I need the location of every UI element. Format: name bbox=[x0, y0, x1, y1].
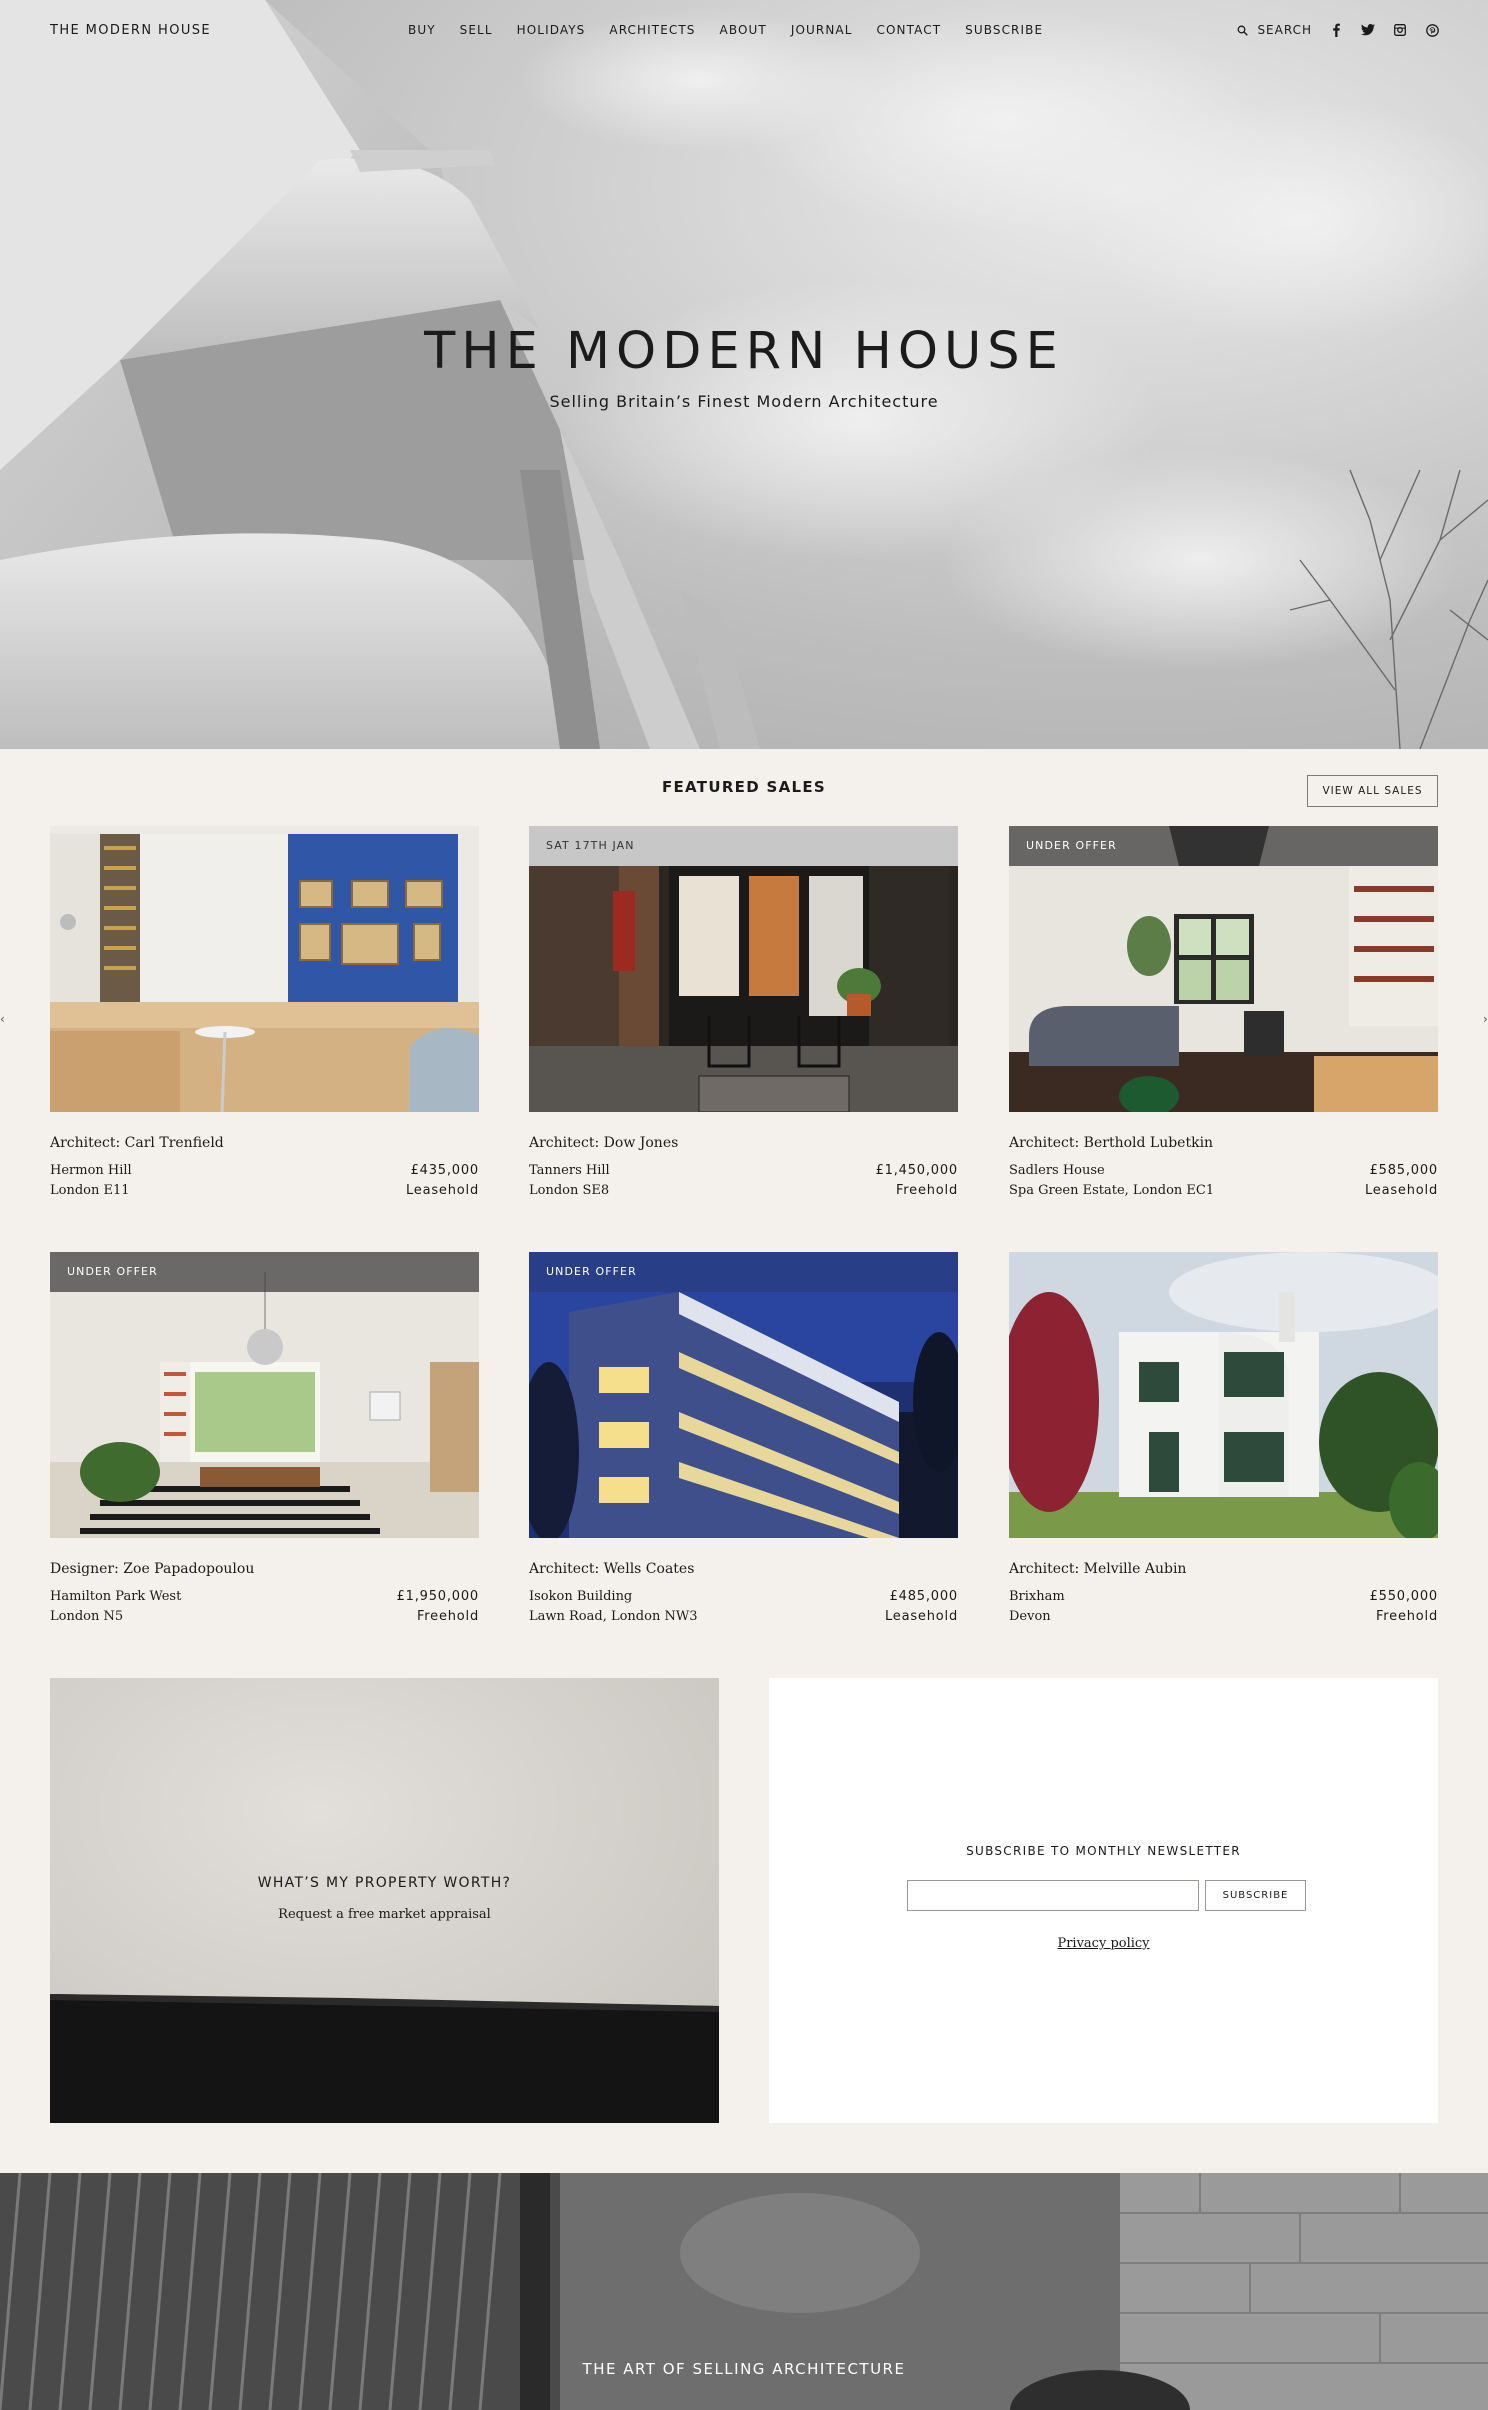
listing-name: Brixham bbox=[1009, 1589, 1065, 1604]
nav-item-architects[interactable]: ARCHITECTS bbox=[609, 23, 695, 37]
search-icon bbox=[1234, 22, 1250, 38]
listing-price: £435,000 bbox=[410, 1163, 479, 1178]
listing-name: Hermon Hill bbox=[50, 1163, 132, 1178]
listing-price: £585,000 bbox=[1369, 1163, 1438, 1178]
listing-photo[interactable] bbox=[1009, 1252, 1438, 1538]
listing-architect: Designer: Zoe Papadopoulou bbox=[50, 1561, 255, 1577]
header-tools: SEARCH bbox=[1234, 22, 1440, 38]
listing-badge: UNDER OFFER bbox=[1009, 826, 1438, 866]
concrete-texture-image bbox=[50, 1678, 719, 2123]
facebook-icon[interactable] bbox=[1328, 22, 1344, 38]
listing-tenure: Leasehold bbox=[1364, 1183, 1438, 1198]
privacy-policy-link[interactable]: Privacy policy bbox=[769, 1936, 1438, 1951]
nav-item-buy[interactable]: BUY bbox=[408, 23, 436, 37]
listing-price: £1,950,000 bbox=[396, 1589, 479, 1604]
hero-banner: THE MODERN HOUSE BUY SELL HOLIDAYS ARCHI… bbox=[0, 0, 1488, 749]
listing-badge: UNDER OFFER bbox=[50, 1252, 479, 1292]
search-button[interactable]: SEARCH bbox=[1234, 22, 1312, 38]
carousel-next-arrow-icon[interactable]: › bbox=[1483, 1012, 1488, 1026]
listing-tenure: Leasehold bbox=[405, 1183, 479, 1198]
listing-card-sadlers-house[interactable]: UNDER OFFER Architect: Berthold Lubetkin… bbox=[1009, 826, 1438, 1201]
listing-photo[interactable] bbox=[50, 826, 479, 1112]
listing-area: London N5 bbox=[50, 1609, 124, 1624]
nav-item-about[interactable]: ABOUT bbox=[720, 23, 767, 37]
listing-photo[interactable]: UNDER OFFER bbox=[1009, 826, 1438, 1112]
listing-name: Sadlers House bbox=[1009, 1163, 1105, 1178]
nav-item-journal[interactable]: JOURNAL bbox=[791, 23, 853, 37]
top-navigation: THE MODERN HOUSE BUY SELL HOLIDAYS ARCHI… bbox=[0, 0, 1488, 64]
pinterest-icon[interactable] bbox=[1424, 22, 1440, 38]
hero-subtitle: Selling Britain’s Finest Modern Architec… bbox=[549, 392, 939, 411]
listing-photo[interactable]: SAT 17TH JAN bbox=[529, 826, 958, 1112]
listing-area: London E11 bbox=[50, 1183, 130, 1198]
appraisal-title: WHAT’S MY PROPERTY WORTH? bbox=[257, 1875, 512, 1891]
listing-area: Lawn Road, London NW3 bbox=[529, 1609, 698, 1624]
newsletter-subscribe-button[interactable]: SUBSCRIBE bbox=[1205, 1880, 1306, 1911]
listing-price: £1,450,000 bbox=[875, 1163, 958, 1178]
listing-name: Isokon Building bbox=[529, 1589, 633, 1604]
listing-price: £485,000 bbox=[889, 1589, 958, 1604]
listing-card-hamilton-park-west[interactable]: UNDER OFFER Designer: Zoe Papadopoulou H… bbox=[50, 1252, 479, 1627]
nav-item-contact[interactable]: CONTACT bbox=[877, 23, 942, 37]
listing-badge: SAT 17TH JAN bbox=[529, 826, 958, 866]
newsletter-signup: SUBSCRIBE TO MONTHLY NEWSLETTER SUBSCRIB… bbox=[769, 1678, 1438, 2123]
brand-logo[interactable]: THE MODERN HOUSE bbox=[50, 23, 211, 38]
instagram-icon[interactable] bbox=[1392, 22, 1408, 38]
listing-architect: Architect: Dow Jones bbox=[529, 1135, 679, 1151]
listing-architect: Architect: Wells Coates bbox=[529, 1561, 695, 1577]
listing-tenure: Leasehold bbox=[884, 1609, 958, 1624]
listing-tenure: Freehold bbox=[416, 1609, 479, 1624]
listing-photo[interactable]: UNDER OFFER bbox=[50, 1252, 479, 1538]
nav-item-holidays[interactable]: HOLIDAYS bbox=[517, 23, 586, 37]
listing-architect: Architect: Berthold Lubetkin bbox=[1009, 1135, 1214, 1151]
listing-area: Devon bbox=[1009, 1609, 1051, 1624]
listing-area: Spa Green Estate, London EC1 bbox=[1009, 1183, 1215, 1198]
carousel-prev-arrow-icon[interactable]: ‹ bbox=[0, 1012, 5, 1026]
newsletter-email-input[interactable] bbox=[907, 1880, 1199, 1911]
nav-item-sell[interactable]: SELL bbox=[460, 23, 493, 37]
listing-price: £550,000 bbox=[1369, 1589, 1438, 1604]
listing-photo[interactable]: UNDER OFFER bbox=[529, 1252, 958, 1538]
newsletter-title: SUBSCRIBE TO MONTHLY NEWSLETTER bbox=[966, 1844, 1241, 1858]
property-appraisal-promo[interactable]: WHAT’S MY PROPERTY WORTH? Request a free… bbox=[50, 1678, 719, 2123]
listing-card-isokon-building[interactable]: UNDER OFFER Architect: Wells Coates Isok… bbox=[529, 1252, 958, 1627]
bottom-banner: THE ART OF SELLING ARCHITECTURE bbox=[0, 2173, 1488, 2410]
listing-architect: Architect: Carl Trenfield bbox=[50, 1135, 224, 1151]
main-menu: BUY SELL HOLIDAYS ARCHITECTS ABOUT JOURN… bbox=[408, 23, 1067, 37]
listing-tenure: Freehold bbox=[1375, 1609, 1438, 1624]
listing-tenure: Freehold bbox=[895, 1183, 958, 1198]
listing-card-brixham[interactable]: Architect: Melville Aubin Brixham Devon … bbox=[1009, 1252, 1438, 1627]
listing-area: London SE8 bbox=[529, 1183, 610, 1198]
listing-badge: UNDER OFFER bbox=[529, 1252, 958, 1292]
listing-card-hermon-hill[interactable]: Architect: Carl Trenfield Hermon Hill Lo… bbox=[50, 826, 479, 1201]
view-all-sales-button[interactable]: VIEW ALL SALES bbox=[1307, 775, 1438, 807]
appraisal-subtitle: Request a free market appraisal bbox=[278, 1907, 491, 1922]
listing-architect: Architect: Melville Aubin bbox=[1009, 1561, 1187, 1577]
featured-sales-heading: FEATURED SALES bbox=[661, 778, 827, 796]
hero-title: THE MODERN HOUSE bbox=[424, 322, 1064, 381]
search-label: SEARCH bbox=[1257, 23, 1312, 37]
banner-title: THE ART OF SELLING ARCHITECTURE bbox=[582, 2360, 906, 2378]
listing-name: Hamilton Park West bbox=[50, 1589, 182, 1604]
twitter-icon[interactable] bbox=[1360, 22, 1376, 38]
nav-item-subscribe[interactable]: SUBSCRIBE bbox=[965, 23, 1043, 37]
listing-card-tanners-hill[interactable]: SAT 17TH JAN Architect: Dow Jones Tanner… bbox=[529, 826, 958, 1201]
listing-name: Tanners Hill bbox=[529, 1163, 610, 1178]
